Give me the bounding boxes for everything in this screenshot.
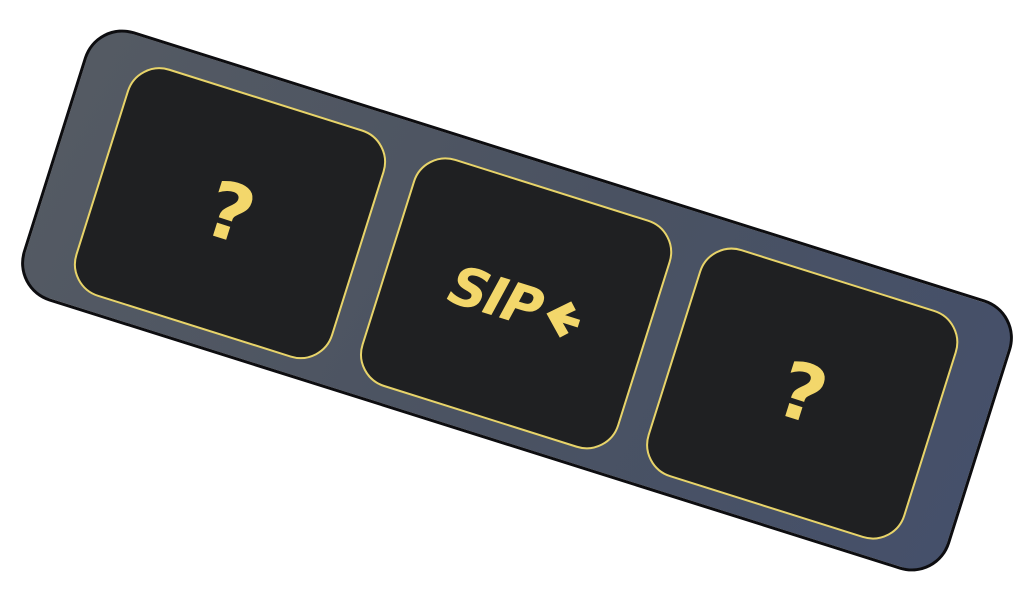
mystery-slot-right[interactable]: ? — [637, 239, 967, 549]
revealed-slot-center[interactable]: SIP — [351, 148, 681, 458]
game-stage: ? SIP ? — [0, 0, 1034, 601]
sip-logo: SIP — [441, 252, 589, 350]
sip-logo-text: SIP — [441, 252, 549, 341]
question-mark: ? — [767, 343, 838, 444]
mystery-slot-left[interactable]: ? — [65, 58, 395, 368]
slot-tray: ? SIP ? — [10, 19, 1024, 582]
question-mark: ? — [194, 163, 266, 263]
